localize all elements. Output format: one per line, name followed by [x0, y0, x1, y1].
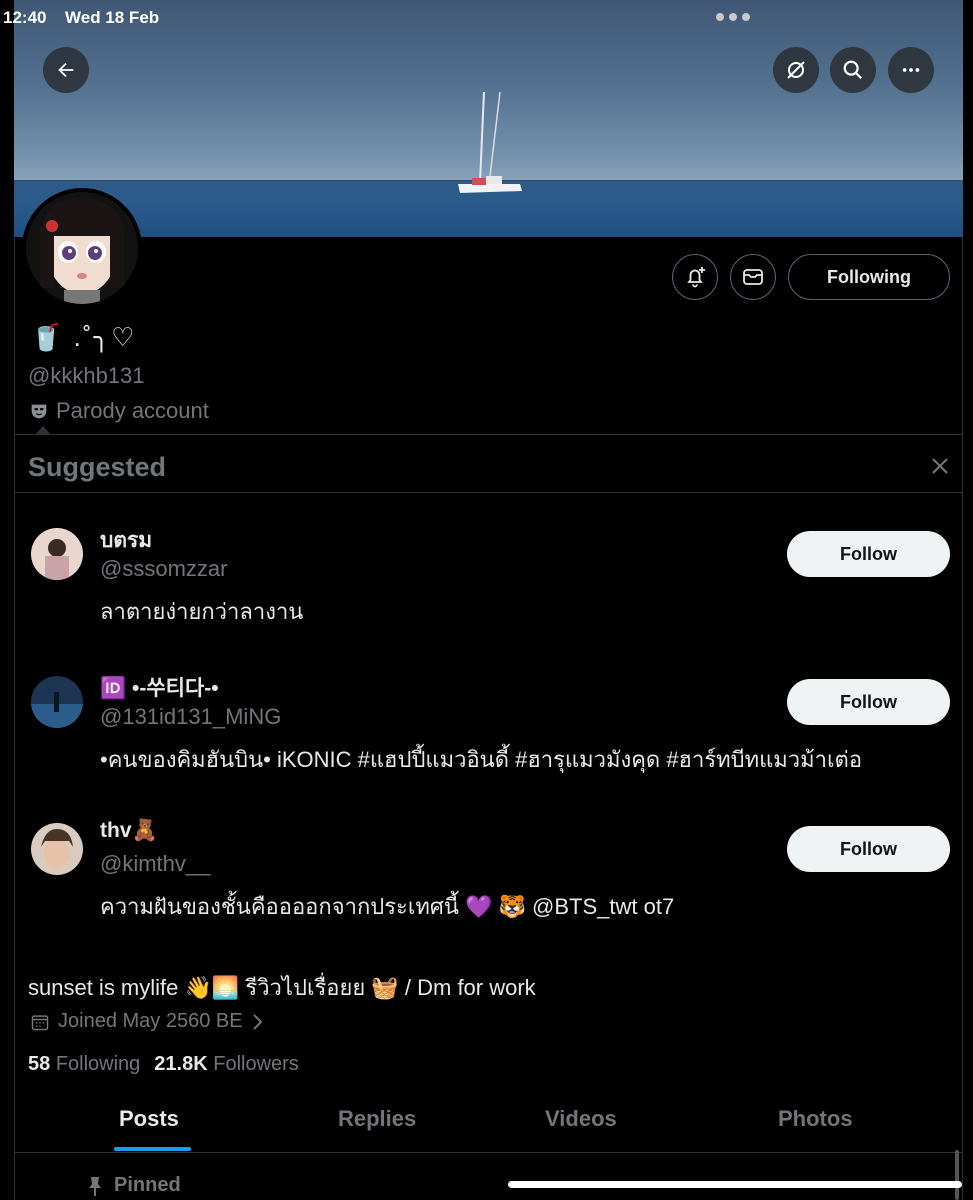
- pin-icon: [89, 1176, 101, 1196]
- suggested-avatar[interactable]: [31, 823, 83, 875]
- suggested-name[interactable]: 🆔 •-쑤티다-•: [100, 672, 219, 702]
- sailboat-image: [458, 91, 522, 193]
- following-label: Following: [55, 1053, 141, 1075]
- tab-photos[interactable]: Photos: [778, 1106, 853, 1132]
- follow-counts: 58 Following 21.8K Followers: [28, 1053, 299, 1076]
- suggested-name[interactable]: บตรม: [100, 524, 152, 557]
- message-button[interactable]: [730, 254, 776, 300]
- followers-count: 21.8K: [154, 1053, 208, 1075]
- follow-button[interactable]: Follow: [787, 679, 950, 725]
- suggested-user-card[interactable]: thv🧸 @kimthv__ ความฝันของชั้นคืออออกจากป…: [14, 819, 963, 963]
- follow-button[interactable]: Follow: [787, 531, 950, 577]
- suggested-user-card[interactable]: 🆔 •-쑤티다-• @131id131_MiNG •คนของคิมฮันบิน…: [14, 676, 963, 816]
- suggested-bio: ลาตายง่ายกว่าลางาน: [100, 599, 304, 624]
- following-count-link[interactable]: 58 Following: [28, 1053, 140, 1076]
- status-bar: 12:40 Wed 18 Feb: [0, 0, 973, 34]
- suggested-handle: @sssomzzar: [100, 556, 228, 581]
- envelope-icon: [743, 269, 763, 285]
- parody-label: Parody account: [56, 398, 209, 423]
- suggested-user-card[interactable]: บตรม @sssomzzar ลาตายง่ายกว่าลางาน Follo…: [14, 528, 963, 668]
- search-button[interactable]: [830, 47, 876, 93]
- profile-bio: sunset is mylife 👋🌅 รีวิวไปเรื่อยย 🧺 / D…: [28, 975, 536, 1000]
- status-time: 12:40: [3, 8, 47, 27]
- suggested-avatar[interactable]: [31, 528, 83, 580]
- tab-videos[interactable]: Videos: [545, 1106, 617, 1132]
- more-options-button[interactable]: [888, 47, 934, 93]
- profile-tabs: Posts Replies Videos Photos: [14, 1088, 963, 1152]
- follow-button[interactable]: Follow: [787, 826, 950, 872]
- calendar-icon: [31, 1014, 49, 1030]
- close-icon: [932, 458, 948, 474]
- suggested-handle: @131id131_MiNG: [100, 704, 282, 729]
- bell-plus-icon: [687, 267, 705, 288]
- parody-label-row[interactable]: Parody account: [28, 398, 209, 424]
- followers-count-link[interactable]: 21.8K Followers: [154, 1053, 299, 1076]
- tab-replies[interactable]: Replies: [338, 1106, 416, 1132]
- display-name: 🥤 .˚╮♡: [30, 322, 137, 352]
- home-indicator[interactable]: [508, 1181, 962, 1188]
- chevron-right-icon: [252, 1013, 262, 1030]
- tab-posts[interactable]: Posts: [119, 1106, 179, 1132]
- joined-row[interactable]: Joined May 2560 BE: [30, 1010, 265, 1033]
- suggested-title: Suggested: [28, 452, 167, 482]
- suggested-bio: •คนของคิมฮันบิน• iKONIC #แฮปปี้แมวอินดี้…: [100, 747, 863, 772]
- status-date: Wed 18 Feb: [65, 8, 160, 27]
- followers-label: Followers: [213, 1053, 299, 1075]
- mask-icon: [31, 404, 47, 419]
- suggested-bio: ความฝันของชั้นคืออออกจากประเทศนี้ 💜 🐯 @B…: [100, 894, 675, 919]
- suggested-handle: @kimthv__: [100, 851, 211, 876]
- back-button[interactable]: [43, 47, 89, 93]
- following-count: 58: [28, 1053, 51, 1075]
- notifications-button[interactable]: [672, 254, 718, 300]
- suggested-name[interactable]: thv🧸: [100, 819, 158, 843]
- close-suggested-button[interactable]: [930, 456, 950, 482]
- multitasking-dots-icon[interactable]: [716, 13, 750, 21]
- divider: [14, 434, 963, 435]
- profile-avatar[interactable]: [22, 188, 142, 308]
- divider: [14, 1152, 963, 1153]
- grok-icon: [787, 61, 805, 79]
- search-icon: [843, 60, 863, 80]
- following-button[interactable]: Following: [788, 254, 950, 300]
- pinned-row: Pinned: [86, 1174, 181, 1197]
- active-tab-indicator: [114, 1147, 191, 1151]
- back-arrow-icon: [58, 62, 74, 78]
- grok-button[interactable]: [773, 47, 819, 93]
- pinned-label: Pinned: [114, 1174, 181, 1196]
- profile-handle: @kkkhb131: [28, 363, 145, 388]
- more-icon: [902, 68, 920, 72]
- joined-date: Joined May 2560 BE: [58, 1010, 243, 1032]
- scrollbar[interactable]: [955, 1150, 959, 1200]
- profile-banner[interactable]: [14, 0, 963, 237]
- suggested-avatar[interactable]: [31, 676, 83, 728]
- divider: [14, 492, 963, 493]
